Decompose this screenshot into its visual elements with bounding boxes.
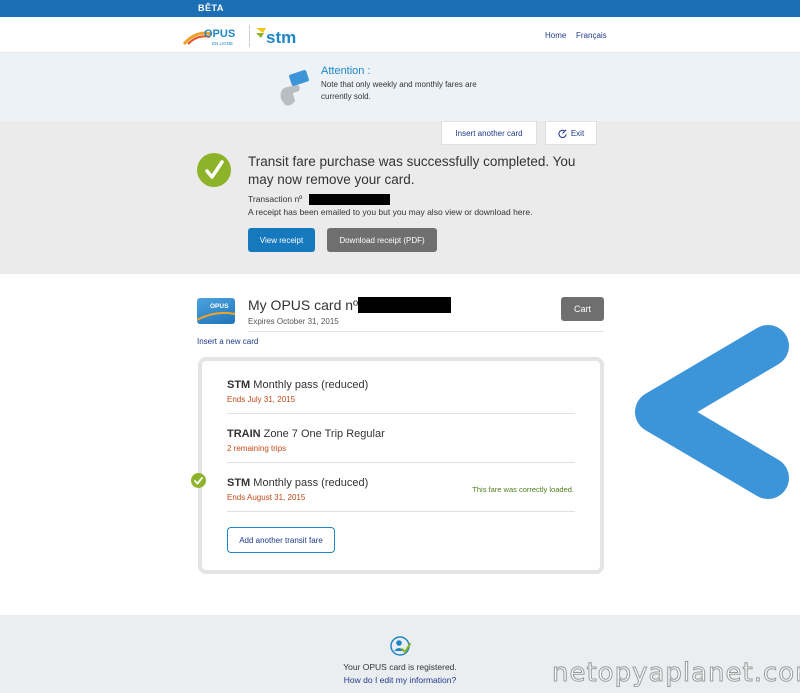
download-receipt-label: Download receipt (PDF) [339, 235, 425, 245]
exit-button[interactable]: Exit [545, 121, 597, 145]
transaction-label: Transaction nº [248, 194, 303, 204]
attention-title: Attention : [321, 65, 371, 77]
fare-name: Monthly pass (reduced) [253, 477, 369, 489]
exit-icon [558, 129, 567, 138]
success-panel: Insert another card Exit Transit fare pu… [0, 121, 800, 274]
fare-item: STM Monthly pass (reduced) Ends July 31,… [227, 379, 577, 404]
redacted-card-number [358, 297, 451, 313]
fare-divider [227, 511, 575, 512]
cart-label: Cart [573, 304, 591, 314]
opus-logo-text: OPUS [204, 28, 235, 40]
add-transit-fare-label: Add another transit fare [239, 535, 323, 545]
beta-bar: BÊTA [0, 0, 800, 17]
stm-logo[interactable]: stm [256, 24, 304, 48]
logo-separator [249, 25, 250, 47]
card-image-label: OPUS [210, 303, 229, 310]
opus-card-image: OPUS [197, 298, 235, 324]
download-receipt-button[interactable]: Download receipt (PDF) [327, 228, 437, 252]
fare-operator: TRAIN [227, 428, 261, 440]
success-title: Transit fare purchase was successfully c… [248, 154, 576, 187]
fare-loaded-check-icon [191, 473, 206, 488]
redacted-transaction-number [309, 194, 390, 205]
site-header: OPUS EN LIGNE stm Home Français [0, 17, 800, 53]
attention-notice: Attention : Note that only weekly and mo… [0, 53, 800, 121]
view-receipt-label: View receipt [259, 235, 304, 245]
fare-item: TRAIN Zone 7 One Trip Regular 2 remainin… [227, 428, 577, 453]
fare-divider [227, 413, 575, 414]
stm-logo-text: stm [266, 28, 296, 47]
opus-logo-subtext: EN LIGNE [212, 41, 233, 46]
exit-label: Exit [570, 128, 585, 138]
fare-detail: Ends August 31, 2015 [227, 493, 306, 502]
insert-another-card-button[interactable]: Insert another card [441, 121, 537, 145]
fare-status: This fare was correctly loaded. [472, 485, 574, 494]
view-receipt-button[interactable]: View receipt [248, 228, 315, 252]
watermark: netopyaplanet.com [552, 658, 800, 689]
fare-divider [227, 462, 575, 463]
fare-detail: 2 remaining trips [227, 444, 287, 453]
fare-operator: STM [227, 379, 251, 391]
card-in-hand-icon [280, 70, 309, 106]
receipt-note: A receipt has been emailed to you but yo… [248, 207, 533, 217]
card-divider [248, 331, 604, 332]
back-chevron-icon[interactable] [628, 324, 800, 500]
fares-list: STM Monthly pass (reduced) Ends July 31,… [191, 357, 604, 574]
fare-name: Zone 7 One Trip Regular [263, 428, 385, 440]
add-transit-fare-button[interactable]: Add another transit fare [227, 527, 335, 553]
nav-language-link[interactable]: Français [576, 31, 607, 40]
registered-user-icon [390, 636, 411, 656]
fare-detail: Ends July 31, 2015 [227, 395, 296, 404]
attention-body: Note that only weekly and monthly fares … [321, 80, 477, 101]
beta-label: BÊTA [198, 3, 224, 13]
insert-another-card-label: Insert another card [455, 128, 523, 138]
insert-new-card-link[interactable]: Insert a new card [197, 337, 258, 346]
fare-operator: STM [227, 477, 251, 489]
success-check-icon [197, 153, 231, 187]
fare-name: Monthly pass (reduced) [253, 379, 369, 391]
card-expiry: Expires October 31, 2015 [248, 317, 339, 326]
nav-home-link[interactable]: Home [545, 31, 566, 40]
card-title: My OPUS card nº [248, 297, 359, 313]
cart-button[interactable]: Cart [561, 297, 604, 321]
opus-logo[interactable]: OPUS EN LIGNE [182, 24, 240, 48]
